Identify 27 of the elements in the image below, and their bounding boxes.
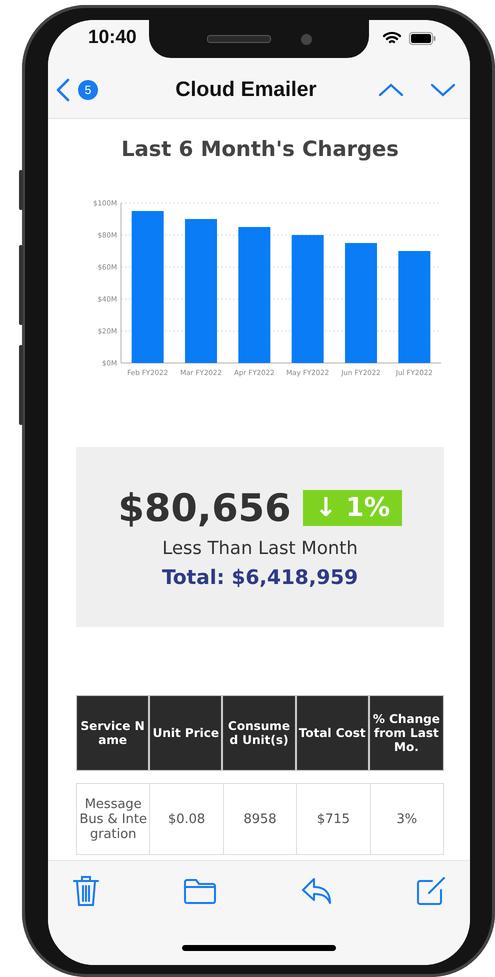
chevron-down-icon[interactable] bbox=[430, 83, 456, 97]
change-caption: Less Than Last Month bbox=[162, 538, 358, 558]
table-cell: $0.08 bbox=[168, 812, 206, 826]
column-header: Total Cost bbox=[296, 696, 370, 770]
status-time: 10:40 bbox=[88, 27, 137, 49]
column-header: % Change from Last Mo. bbox=[372, 711, 441, 756]
table-cell: Message Bus & Integration bbox=[79, 796, 148, 842]
unread-count-badge: 5 bbox=[78, 80, 98, 100]
wifi-icon bbox=[383, 31, 401, 45]
email-heading: Last 6 Month's Charges bbox=[120, 137, 400, 161]
column-header: Unit Price bbox=[150, 696, 224, 770]
column-header: Consumed Unit(s) bbox=[223, 696, 297, 770]
chevron-up-icon[interactable] bbox=[378, 83, 404, 97]
change-badge: ↓ 1% bbox=[303, 490, 402, 526]
folder-icon[interactable] bbox=[183, 877, 218, 905]
charge-amount: $80,656 bbox=[118, 486, 292, 530]
table-cell: $715 bbox=[316, 812, 350, 826]
column-header: Service Name bbox=[77, 696, 150, 770]
trash-icon[interactable] bbox=[72, 875, 100, 907]
reply-icon[interactable] bbox=[300, 876, 333, 906]
table-cell: 3% bbox=[396, 812, 418, 826]
total-amount: Total: $6,418,959 bbox=[162, 564, 358, 588]
compose-icon[interactable] bbox=[416, 876, 446, 906]
nav-title: Cloud Emailer bbox=[174, 78, 318, 102]
battery-icon bbox=[409, 32, 436, 44]
back-icon[interactable] bbox=[56, 78, 70, 102]
table-cell: 8958 bbox=[243, 812, 277, 826]
